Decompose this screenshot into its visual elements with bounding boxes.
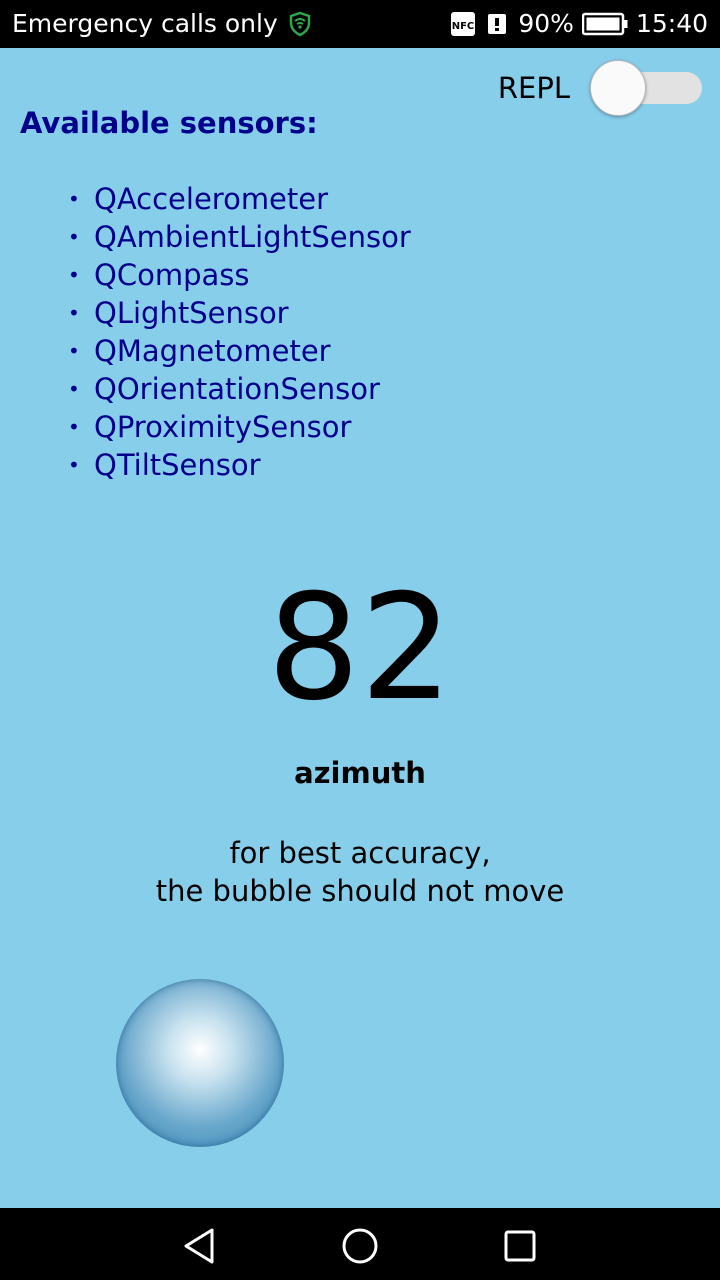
list-item: • QCompass xyxy=(68,256,411,294)
bullet-icon: • xyxy=(68,453,80,477)
bullet-icon: • xyxy=(68,225,80,249)
accuracy-hint: for best accuracy, the bubble should not… xyxy=(0,834,720,910)
recents-button[interactable] xyxy=(500,1226,540,1266)
list-item: • QProximitySensor xyxy=(68,408,411,446)
list-item: • QTiltSensor xyxy=(68,446,411,484)
sensor-name: QCompass xyxy=(94,258,250,292)
sensor-list: • QAccelerometer • QAmbientLightSensor • QC… xyxy=(68,180,411,484)
sensor-name: QTiltSensor xyxy=(94,448,261,482)
back-icon xyxy=(184,1228,214,1264)
clock: 15:40 xyxy=(635,9,708,38)
status-right: NFC 90% 15:40 xyxy=(450,9,708,39)
bullet-icon: • xyxy=(68,187,80,211)
svg-text:NFC: NFC xyxy=(452,21,475,32)
azimuth-value: 82 xyxy=(267,563,453,733)
navigation-bar xyxy=(0,1208,720,1280)
vibrate-icon xyxy=(484,11,510,37)
sensor-name: QProximitySensor xyxy=(94,410,352,444)
back-button[interactable] xyxy=(180,1226,220,1266)
repl-switch-thumb xyxy=(590,60,646,116)
list-item: • QAmbientLightSensor xyxy=(68,218,411,256)
bullet-icon: • xyxy=(68,339,80,363)
sensor-name: QAmbientLightSensor xyxy=(94,220,411,254)
battery-icon xyxy=(581,12,628,36)
repl-label: REPL xyxy=(497,71,570,105)
carrier-text: Emergency calls only xyxy=(12,9,278,38)
bullet-icon: • xyxy=(68,263,80,287)
sensor-name: QLightSensor xyxy=(94,296,289,330)
bullet-icon: • xyxy=(68,415,80,439)
sensor-name: QAccelerometer xyxy=(94,182,329,216)
app-content: REPL Available sensors: • QAccelerometer … xyxy=(0,48,720,1208)
azimuth-label: azimuth xyxy=(294,756,426,790)
status-bar: Emergency calls only NFC 90% 15:40 xyxy=(0,0,720,48)
list-item: • QMagnetometer xyxy=(68,332,411,370)
repl-toggle-row: REPL xyxy=(498,60,702,116)
list-item: • QLightSensor xyxy=(68,294,411,332)
recents-icon xyxy=(504,1230,536,1262)
battery-percent: 90% xyxy=(518,9,574,38)
list-item: • QOrientationSensor xyxy=(68,370,411,408)
bullet-icon: • xyxy=(68,377,80,401)
repl-switch[interactable] xyxy=(590,60,702,116)
bullet-icon: • xyxy=(68,301,80,325)
hint-line-2: the bubble should not move xyxy=(155,874,565,908)
home-icon xyxy=(342,1228,378,1264)
vpn-shield-icon xyxy=(288,11,312,37)
sensor-name: QOrientationSensor xyxy=(94,372,380,406)
nfc-icon: NFC xyxy=(450,11,476,37)
level-bubble xyxy=(116,979,284,1147)
sensors-title: Available sensors: xyxy=(20,106,318,140)
hint-line-1: for best accuracy, xyxy=(229,836,491,870)
home-button[interactable] xyxy=(340,1226,380,1266)
status-left: Emergency calls only xyxy=(12,9,312,39)
sensor-name: QMagnetometer xyxy=(94,334,331,368)
list-item: • QAccelerometer xyxy=(68,180,411,218)
